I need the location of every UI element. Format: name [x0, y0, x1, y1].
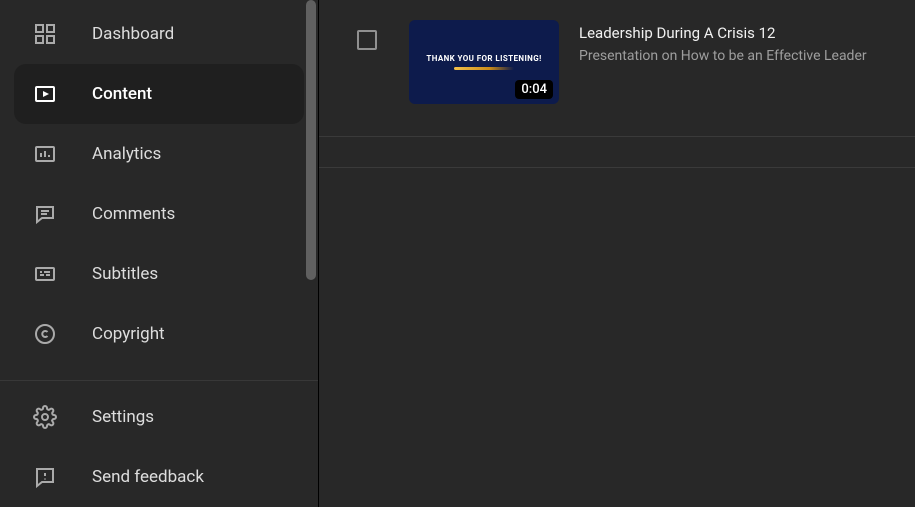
feedback-icon [32, 464, 58, 490]
thumbnail-accent [454, 67, 514, 70]
thumbnail-text: THANK YOU FOR LISTENING! [426, 54, 541, 63]
row-divider [319, 167, 915, 168]
sidebar-item-copyright[interactable]: Copyright [0, 304, 318, 364]
video-title[interactable]: Leadership During A Crisis 12 [579, 24, 867, 42]
content-icon [32, 81, 58, 107]
analytics-icon [32, 141, 58, 167]
sidebar-item-feedback[interactable]: Send feedback [0, 447, 318, 507]
sidebar-item-label: Send feedback [92, 467, 300, 487]
sidebar-scrollbar[interactable] [306, 0, 316, 280]
comments-icon [32, 201, 58, 227]
video-duration-badge: 0:04 [515, 80, 553, 99]
sidebar-item-content[interactable]: Content [14, 64, 304, 124]
video-meta: Leadership During A Crisis 12 Presentati… [579, 20, 867, 64]
app-root: Dashboard Content Anal [0, 0, 915, 507]
subtitles-icon [32, 261, 58, 287]
gear-icon [32, 404, 58, 430]
video-row[interactable]: THANK YOU FOR LISTENING! 0:04 Leadership… [319, 0, 915, 137]
sidebar-item-label: Dashboard [92, 24, 300, 44]
sidebar-scroll-area: Dashboard Content Anal [0, 0, 318, 380]
sidebar-item-label: Subtitles [92, 264, 300, 284]
sidebar-item-dashboard[interactable]: Dashboard [0, 4, 318, 64]
row-checkbox[interactable] [357, 30, 377, 50]
main-content: THANK YOU FOR LISTENING! 0:04 Leadership… [318, 0, 915, 507]
sidebar-item-label: Copyright [92, 324, 300, 344]
sidebar-item-label: Analytics [92, 144, 300, 164]
sidebar-item-subtitles[interactable]: Subtitles [0, 244, 318, 304]
sidebar-item-settings[interactable]: Settings [0, 387, 318, 447]
video-thumbnail[interactable]: THANK YOU FOR LISTENING! 0:04 [409, 20, 559, 104]
sidebar-item-analytics[interactable]: Analytics [0, 124, 318, 184]
copyright-icon [32, 321, 58, 347]
sidebar-item-comments[interactable]: Comments [0, 184, 318, 244]
video-description: Presentation on How to be an Effective L… [579, 48, 867, 64]
sidebar-item-label: Content [92, 84, 286, 104]
dashboard-icon [32, 21, 58, 47]
sidebar-item-label: Comments [92, 204, 300, 224]
sidebar-item-label: Settings [92, 407, 300, 427]
sidebar-bottom: Settings Send feedback [0, 380, 318, 507]
sidebar: Dashboard Content Anal [0, 0, 318, 507]
